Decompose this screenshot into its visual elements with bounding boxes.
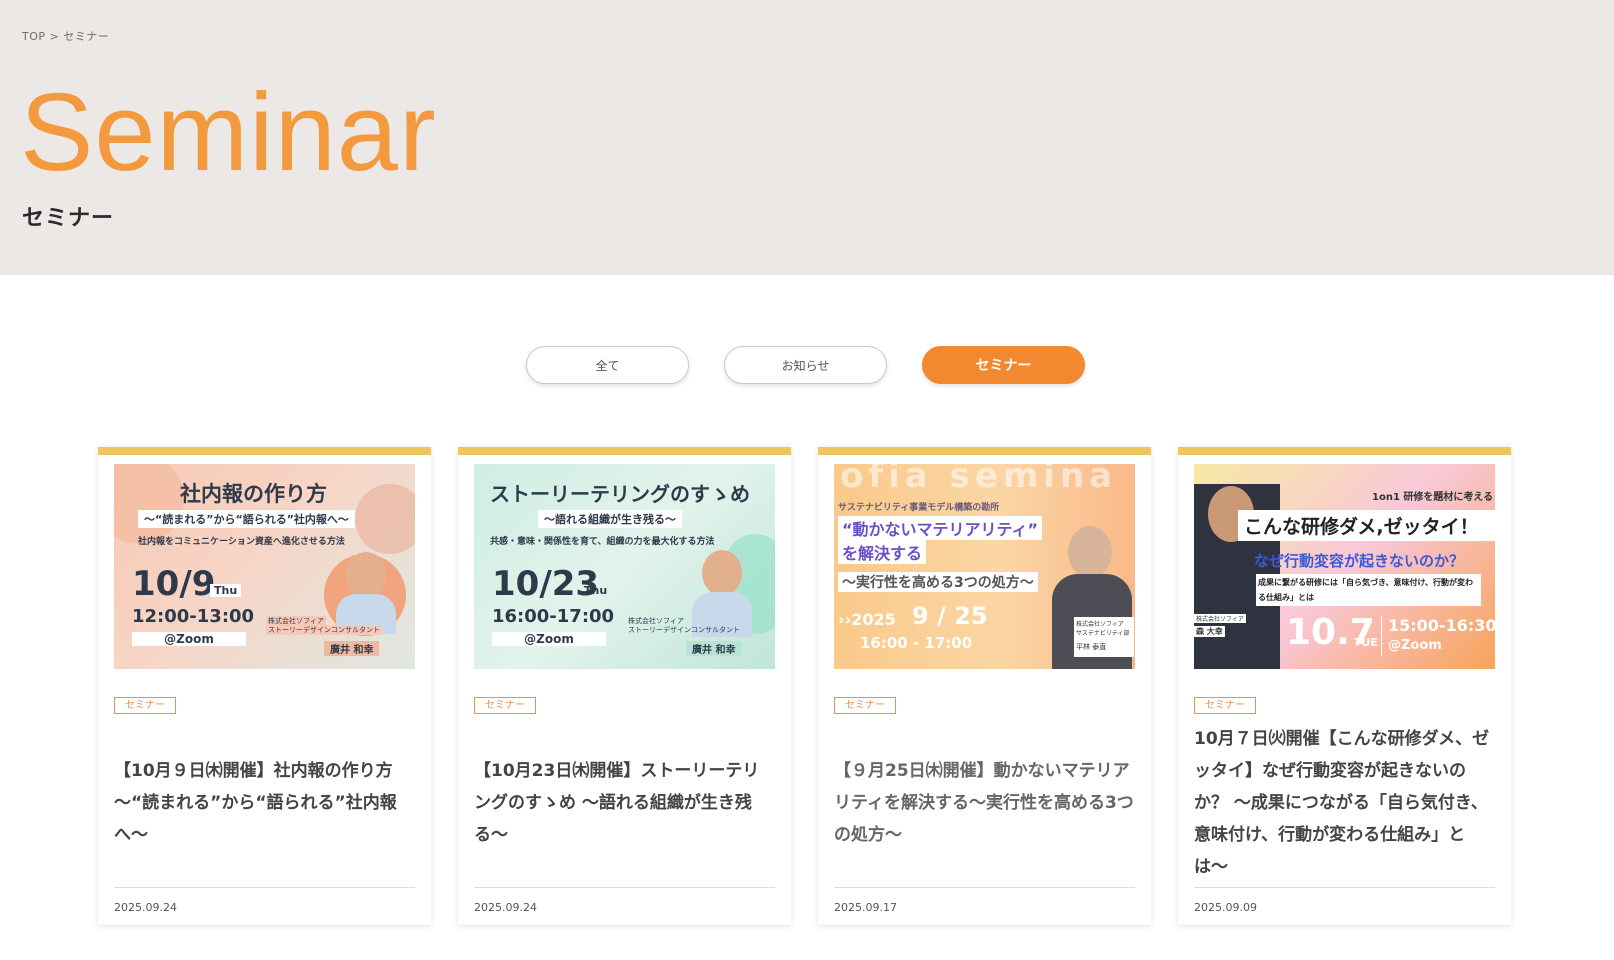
thumb-venue: @Zoom: [492, 632, 606, 646]
thumb-date: 10/23: [492, 564, 600, 604]
thumb-time: 16:00 - 17:00: [860, 634, 973, 652]
thumb-day: Thu: [210, 584, 242, 597]
thumb-speaker: 廣井 和幸: [686, 641, 742, 656]
thumb-date: 9 / 25: [912, 602, 988, 630]
thumb-day: TUE: [1354, 636, 1378, 649]
divider: [834, 887, 1135, 888]
speaker-photo: [346, 552, 386, 598]
thumb-time: 12:00-13:00: [132, 606, 255, 627]
post-date: 2025.09.24: [114, 901, 177, 914]
thumb-sub: なぜ行動変容が起きないのか？: [1254, 552, 1465, 570]
filter-news-button[interactable]: お知らせ: [724, 346, 887, 384]
thumb-time: 15:00-16:30: [1388, 616, 1495, 635]
card-thumbnail[interactable]: 1on1 研修を題材に考える こんな研修ダメ,ゼッタイ！ なぜ行動変容が起きない…: [1194, 464, 1495, 669]
page-title: Seminar: [20, 71, 437, 194]
card-thumbnail[interactable]: ofia semina サステナビリティ事業モデル構築の勘所 “動かないマテリア…: [834, 464, 1135, 669]
card-thumbnail[interactable]: 社内報の作り方 〜“読まれる”から“語られる”社内報へ〜 社内報をコミュニケーシ…: [114, 464, 415, 669]
thumb-speaker-note2: サステナビリティ部: [1076, 630, 1130, 637]
thumb-sub1: 〜“読まれる”から“語られる”社内報へ〜: [138, 510, 355, 528]
thumb-day: Thu: [584, 584, 608, 597]
thumb-bg-word: ofia semina: [840, 464, 1118, 496]
breadcrumb-current: セミナー: [63, 30, 110, 43]
filter-seminar-button[interactable]: セミナー: [922, 346, 1085, 384]
article-card[interactable]: ofia semina サステナビリティ事業モデル構築の勘所 “動かないマテリア…: [818, 447, 1151, 925]
speaker-photo: [702, 550, 742, 596]
thumb-speaker: 平林 泰直: [1076, 643, 1107, 651]
post-date: 2025.09.24: [474, 901, 537, 914]
thumb-year: ››2025: [838, 610, 896, 629]
thumb-speaker: 廣井 和幸: [324, 641, 380, 656]
article-card[interactable]: 1on1 研修を題材に考える こんな研修ダメ,ゼッタイ！ なぜ行動変容が起きない…: [1178, 447, 1511, 925]
page-subtitle: セミナー: [22, 206, 115, 231]
thumb-sub: 〜実行性を高める3つの処方〜: [838, 572, 1038, 592]
divider: [114, 887, 415, 888]
thumb-sub2: 社内報をコミュニケーション資産へ進化させる方法: [138, 537, 345, 547]
thumb-speaker-note1: 株式会社ソフィア: [1076, 621, 1124, 628]
category-filter: 全て お知らせ セミナー: [0, 346, 1614, 384]
thumb-role: ストーリーデザインコンサルタント: [266, 625, 382, 635]
breadcrumb-home-link[interactable]: TOP: [22, 30, 46, 43]
thumb-headline: ストーリーテリングのすゝめ: [490, 482, 750, 506]
breadcrumb-separator: >: [49, 30, 60, 43]
divider: [474, 887, 775, 888]
thumb-headline1: “動かないマテリアリティ”: [838, 516, 1043, 540]
thumb-series: サステナビリティ事業モデル構築の勘所: [838, 503, 1000, 513]
post-date: 2025.09.17: [834, 901, 897, 914]
filter-all-button[interactable]: 全て: [526, 346, 689, 384]
breadcrumb: TOP > セミナー: [22, 28, 109, 44]
thumb-time: 16:00-17:00: [492, 606, 615, 627]
thumb-date: 10/9: [132, 564, 216, 604]
thumb-sub1: 〜語れる組織が生き残る〜: [538, 510, 682, 528]
card-thumbnail[interactable]: ストーリーテリングのすゝめ 〜語れる組織が生き残る〜 共感・意味・関係性を育て、…: [474, 464, 775, 669]
card-title[interactable]: 【10月23日㈭開催】ストーリーテリングのすゝめ 〜語れる組織が生き残る〜: [474, 755, 775, 851]
thumb-headline2: を解決する: [838, 540, 927, 564]
category-tag: セミナー: [474, 697, 536, 714]
card-title[interactable]: 【９月25日㈭開催】動かないマテリアリティを解決する〜実行性を高める3つの処方〜: [834, 755, 1135, 851]
thumb-speaker: 森 大幸: [1194, 626, 1225, 637]
thumb-company: 株式会社ソフィア: [1194, 614, 1246, 623]
post-date: 2025.09.09: [1194, 901, 1257, 914]
thumb-sub2: 共感・意味・関係性を育て、組織の力を最大化する方法: [490, 537, 715, 547]
article-card[interactable]: ストーリーテリングのすゝめ 〜語れる組織が生き残る〜 共感・意味・関係性を育て、…: [458, 447, 791, 925]
thumb-venue: @Zoom: [1388, 638, 1442, 653]
thumb-role: ストーリーデザインコンサルタント: [628, 626, 740, 634]
speaker-photo: [1068, 526, 1112, 578]
divider: [1194, 887, 1495, 888]
page-hero: TOP > セミナー Seminar セミナー: [0, 0, 1614, 275]
category-tag: セミナー: [834, 697, 896, 714]
article-card[interactable]: 社内報の作り方 〜“読まれる”から“語られる”社内報へ〜 社内報をコミュニケーシ…: [98, 447, 431, 925]
thumb-note: 成果に繋がる研修には「自ら気づき、意味付け、行動が変わる仕組み」とは: [1258, 578, 1474, 602]
thumb-venue: @Zoom: [132, 632, 246, 646]
category-tag: セミナー: [114, 697, 176, 714]
category-tag: セミナー: [1194, 697, 1256, 714]
card-title[interactable]: 10月７日㈫開催【こんな研修ダメ、ゼッタイ】なぜ行動変容が起きないのか？ 〜成果…: [1194, 723, 1495, 883]
thumb-headline: 社内報の作り方: [180, 482, 327, 506]
thumb-headline: こんな研修ダメ,ゼッタイ！: [1238, 510, 1495, 541]
thumb-top: 1on1 研修を題材に考える: [1372, 492, 1494, 503]
card-title[interactable]: 【10月９日㈭開催】社内報の作り方 〜“読まれる”から“語られる”社内報へ〜: [114, 755, 415, 851]
